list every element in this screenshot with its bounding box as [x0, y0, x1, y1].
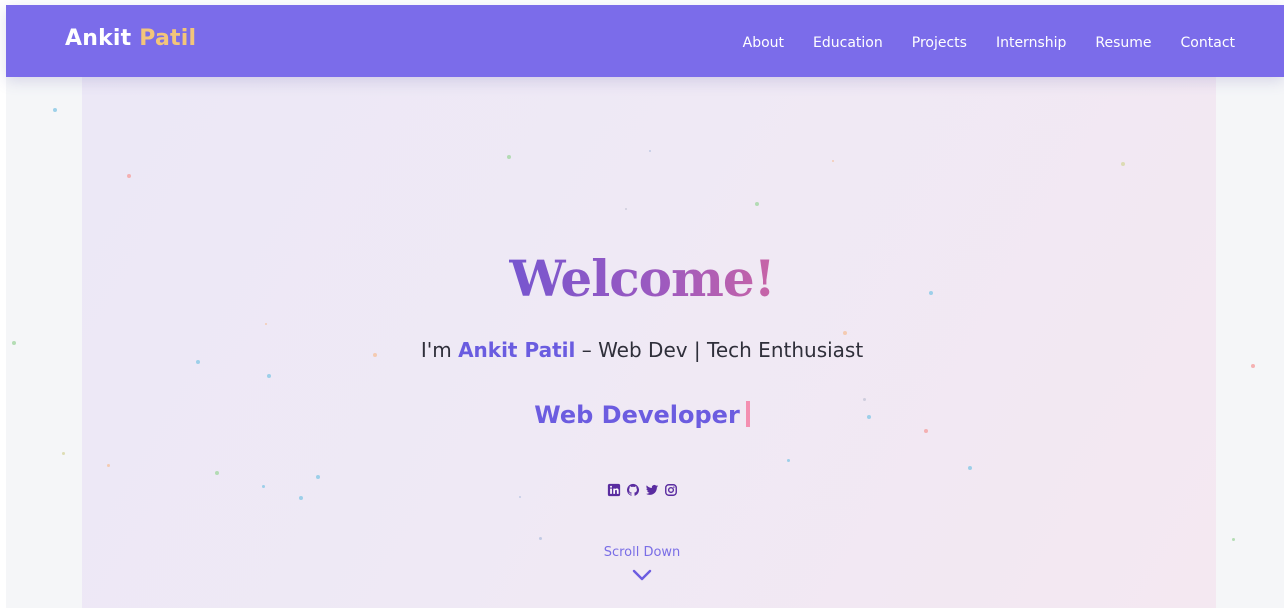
hero-tagline: I'm Ankit Patil – Web Dev | Tech Enthusi… [0, 336, 1284, 364]
social-links [0, 482, 1284, 498]
typed-role-text: Web Developer [534, 401, 740, 429]
scroll-down-button[interactable]: Scroll Down [0, 544, 1284, 582]
tagline-name: Ankit Patil [458, 338, 576, 362]
linkedin-icon [607, 483, 620, 497]
nav-link-about[interactable]: About [743, 35, 784, 51]
page: Ankit Patil About Education Projects Int… [0, 0, 1284, 608]
particle-dot [832, 160, 834, 162]
github-link[interactable] [625, 482, 641, 498]
particle-dot [215, 471, 219, 475]
welcome-heading-wrap: Welcome! [0, 246, 1284, 312]
navbar: Ankit Patil About Education Projects Int… [6, 5, 1284, 77]
particle-dot [1231, 537, 1235, 541]
twitter-icon [645, 484, 658, 495]
particle-dot [507, 155, 511, 159]
particle-dot [649, 150, 651, 152]
typed-role: Web Developer [0, 398, 1284, 432]
particle-dot [267, 374, 271, 378]
tagline-suffix: – Web Dev | Tech Enthusiast [581, 338, 864, 362]
particle-dot [755, 202, 759, 206]
particle-dot [316, 475, 320, 479]
linkedin-link[interactable] [606, 482, 622, 498]
particle-dot [106, 463, 110, 467]
twitter-link[interactable] [644, 482, 660, 498]
particle-dot [53, 108, 57, 112]
particle-dot [61, 451, 65, 455]
github-icon [626, 483, 639, 496]
nav-link-projects[interactable]: Projects [912, 35, 967, 51]
brand-last-name: Patil [139, 26, 197, 51]
scroll-down-label: Scroll Down [603, 545, 681, 560]
nav-link-internship[interactable]: Internship [996, 35, 1066, 51]
brand-logo[interactable]: Ankit Patil [65, 25, 196, 53]
brand-first-name: Ankit [65, 26, 132, 51]
nav-link-contact[interactable]: Contact [1181, 35, 1235, 51]
instagram-icon [664, 484, 677, 496]
particle-dot [625, 208, 627, 210]
particle-dot [1121, 162, 1125, 166]
particle-dot [786, 458, 790, 462]
nav-link-resume[interactable]: Resume [1095, 35, 1151, 51]
particle-dot [843, 331, 847, 335]
particle-dot [1251, 364, 1255, 368]
particle-dot [265, 323, 267, 325]
particle-dot [968, 466, 972, 470]
nav-link-education[interactable]: Education [813, 35, 883, 51]
typing-cursor [745, 401, 750, 427]
tagline-prefix: I'm [420, 338, 452, 362]
particle-dot [127, 174, 131, 178]
instagram-link[interactable] [663, 482, 679, 498]
chevron-down-icon [632, 569, 652, 581]
nav-links: About Education Projects Internship Resu… [743, 5, 1235, 77]
particle-dot [538, 536, 542, 540]
welcome-heading: Welcome! [509, 246, 775, 312]
